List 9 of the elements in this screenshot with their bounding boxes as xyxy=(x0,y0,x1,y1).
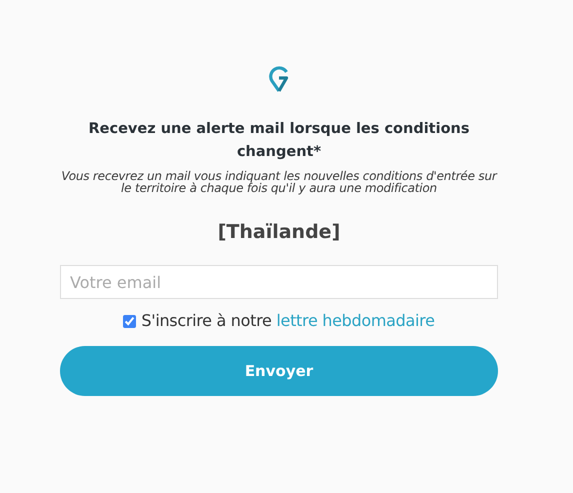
newsletter-label: S'inscrire à notre lettre hebdomadaire xyxy=(141,311,435,331)
email-field[interactable]: Votre email xyxy=(60,265,498,299)
newsletter-checkbox[interactable] xyxy=(123,314,136,328)
country-name: [Thaïlande] xyxy=(218,220,340,244)
description: Vous recevrez un mail vous indiquant les nouvelles conditions d'entrée sur le territoire à chaque fois qu'il y aura une modification xyxy=(60,170,498,194)
logo-icon xyxy=(269,66,289,92)
submit-button[interactable]: Envoyer xyxy=(60,346,498,396)
newsletter-link[interactable]: lettre hebdomadaire xyxy=(276,311,435,330)
heading: Recevez une alerte mail lorsque les conditions changent* xyxy=(88,120,470,162)
